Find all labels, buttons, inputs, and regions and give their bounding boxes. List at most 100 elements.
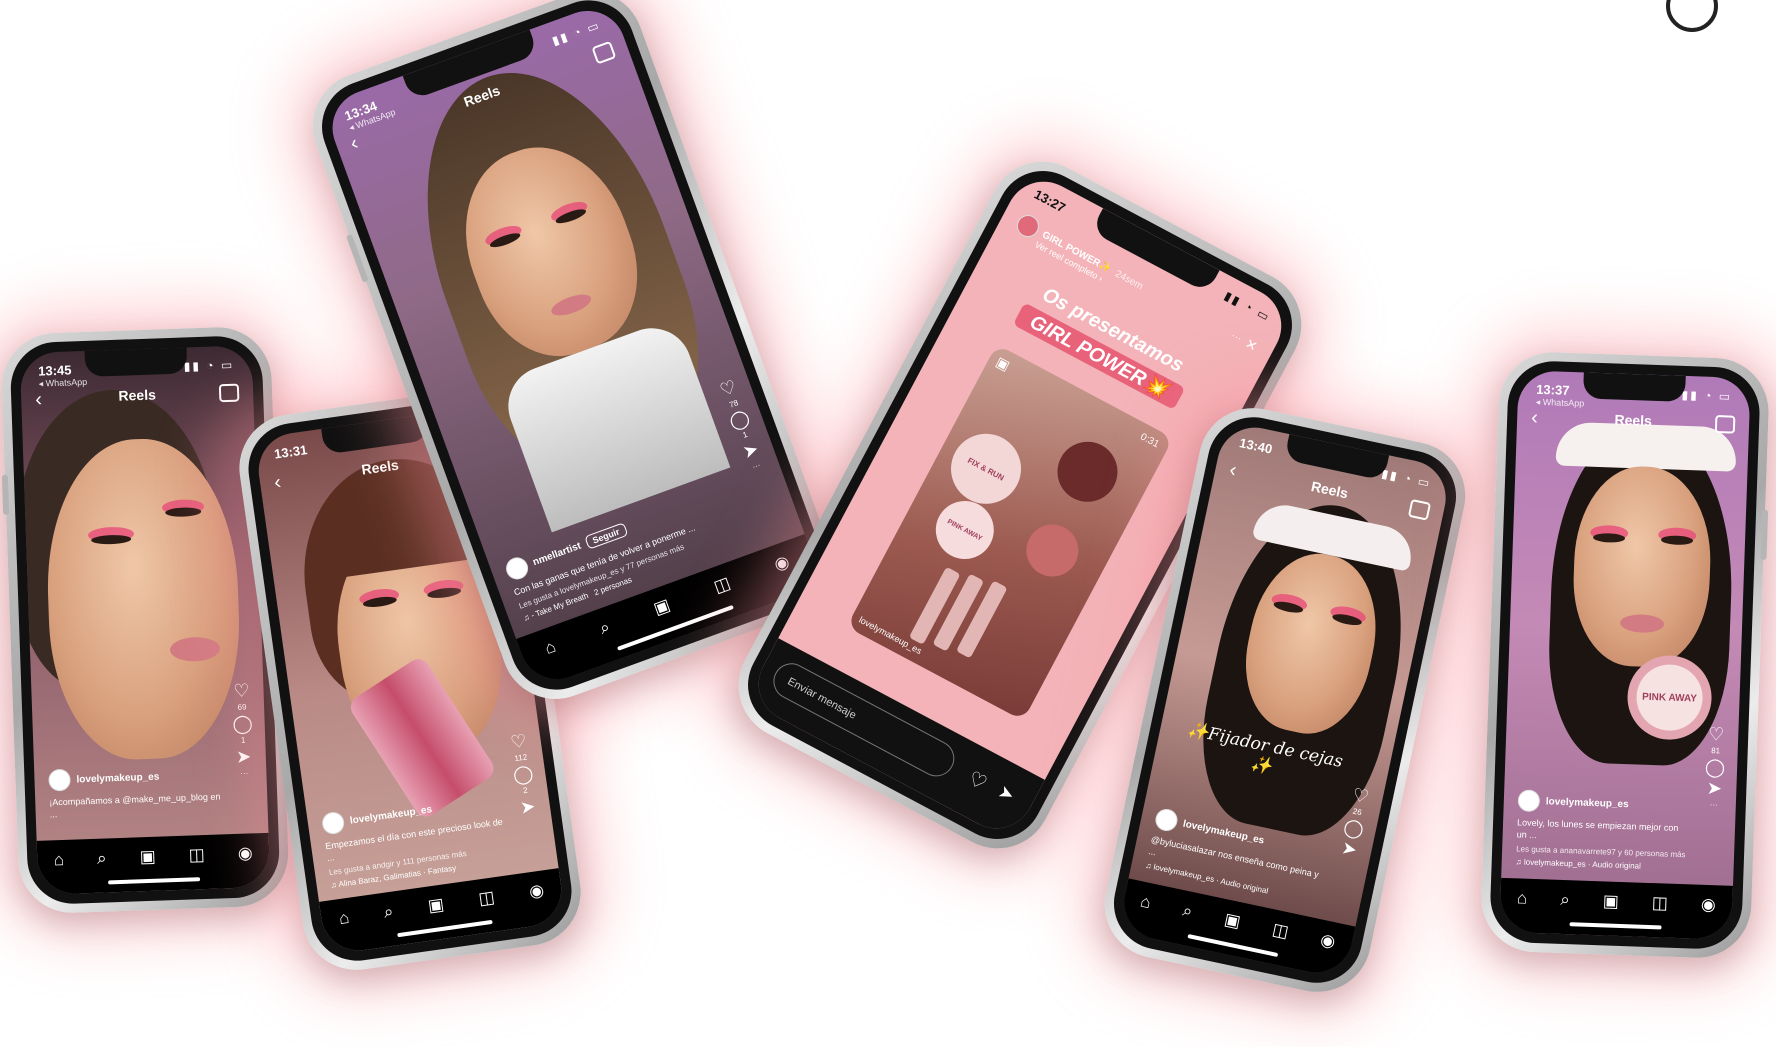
status-time: 13:27 xyxy=(1031,186,1069,216)
share-icon[interactable]: ➤ xyxy=(519,796,537,818)
share-icon[interactable]: ➤ xyxy=(1706,778,1722,799)
shop-icon[interactable]: ◫ xyxy=(188,845,205,866)
likes-count: 78 xyxy=(728,398,740,410)
profile-icon[interactable]: ◉ xyxy=(1701,895,1716,916)
shop-icon[interactable]: ◫ xyxy=(1270,920,1291,943)
liked-by[interactable]: Les gusta a ananavarrete97 y 60 personas… xyxy=(1516,844,1688,859)
reels-icon[interactable]: ▣ xyxy=(651,595,673,619)
close-icon[interactable]: ✕ xyxy=(1242,335,1261,356)
reel-actions: ♡ 112 ◯ 2 ➤ xyxy=(507,730,539,818)
status-time: 13:40 xyxy=(1238,435,1274,457)
home-icon[interactable]: ⌂ xyxy=(338,908,351,929)
more-icon[interactable]: ··· xyxy=(1710,800,1718,809)
shop-icon[interactable]: ◫ xyxy=(711,573,733,597)
reels-icon[interactable]: ▣ xyxy=(139,847,156,868)
back-to-app-label[interactable]: ◂ WhatsApp xyxy=(39,377,88,390)
corner-logo-ring xyxy=(1666,0,1718,32)
shop-icon[interactable]: ◫ xyxy=(1651,893,1669,914)
caption[interactable]: Lovely, los lunes se empiezan mejor con … xyxy=(1516,816,1689,846)
heart-icon[interactable]: ♡ xyxy=(509,730,528,752)
heart-icon[interactable]: ♡ xyxy=(1708,724,1725,745)
username[interactable]: lovelymakeup_es xyxy=(1546,796,1629,810)
reels-icon[interactable]: ▣ xyxy=(1222,909,1243,932)
avatar[interactable] xyxy=(48,768,71,792)
reels-icon: ▣ xyxy=(993,353,1013,374)
caption[interactable]: ¡Acompañamos a @make_me_up_blog en ... xyxy=(49,790,222,820)
back-to-app-label[interactable]: ◂ WhatsApp xyxy=(1536,397,1585,410)
reel-preview-card[interactable]: ▣ 0:31 FIX & RUN PINK AWAY lovelymakeup_… xyxy=(846,344,1174,721)
comments-count: 1 xyxy=(741,429,749,440)
share-icon[interactable]: ➤ xyxy=(995,781,1018,807)
follow-button[interactable]: Seguir xyxy=(583,522,629,550)
username[interactable]: lovelymakeup_es xyxy=(76,771,159,785)
share-icon[interactable]: ➤ xyxy=(236,746,252,767)
username[interactable]: lovelymakeup_es xyxy=(349,804,433,826)
phone-reel-6: 13:37 ◂ WhatsApp ▮▮ ◔ ▭ ‹ Reels PINK AWA… xyxy=(1479,350,1771,960)
story-age: 24sem xyxy=(1113,268,1146,292)
search-icon[interactable]: ⌕ xyxy=(597,617,613,639)
reel-info: lovelymakeup_es Empezamos el día con est… xyxy=(320,788,512,892)
comment-icon[interactable]: ◯ xyxy=(727,407,753,433)
bottom-nav: ⌂ ⌕ ▣ ◫ ◉ xyxy=(1499,877,1734,940)
story-avatar[interactable] xyxy=(1013,211,1043,241)
profile-icon[interactable]: ◉ xyxy=(237,843,253,864)
signal-icons: ▮▮ ◔ ▭ xyxy=(1380,466,1433,491)
avatar[interactable] xyxy=(502,554,532,583)
status-time: 13:45 xyxy=(37,362,72,379)
reel-info: lovelymakeup_es ¡Acompañamos a @make_me_… xyxy=(48,763,222,824)
signal-icons: ▮▮ ◔ ▭ xyxy=(183,357,235,374)
profile-icon[interactable]: ◉ xyxy=(1318,930,1337,953)
share-icon[interactable]: ➤ xyxy=(1340,837,1359,860)
search-icon[interactable]: ⌕ xyxy=(383,902,395,923)
video-time: 0:31 xyxy=(1138,431,1161,451)
phone-reel-1: 13:45 ◂ WhatsApp ▮▮ ◔ ▭ ‹ Reels ♡ 69 ◯ 1… xyxy=(0,325,291,915)
home-icon[interactable]: ⌂ xyxy=(53,850,64,870)
status-time: 13:31 xyxy=(273,442,309,462)
audio-track[interactable]: lovelymakeup_es · Audio original xyxy=(1524,858,1641,871)
reel-info: lovelymakeup_es Lovely, los lunes se emp… xyxy=(1515,789,1690,874)
more-icon[interactable]: ··· xyxy=(1229,330,1243,344)
profile-icon[interactable]: ◉ xyxy=(528,880,545,902)
heart-icon[interactable]: ♡ xyxy=(1351,784,1371,807)
product-label: PINK AWAY xyxy=(946,517,984,543)
comment-icon[interactable]: ◯ xyxy=(232,713,253,734)
more-icon[interactable]: ··· xyxy=(751,460,762,471)
reels-icon[interactable]: ▣ xyxy=(1602,891,1619,912)
product-label: FIX & RUN xyxy=(966,455,1006,483)
music-icon: ♫ xyxy=(330,880,338,890)
search-icon[interactable]: ⌕ xyxy=(97,848,107,868)
avatar[interactable] xyxy=(1517,789,1541,813)
profile-icon[interactable]: ◉ xyxy=(771,552,792,576)
avatar[interactable] xyxy=(320,810,346,836)
music-icon: ♫ xyxy=(1144,860,1153,871)
heart-icon[interactable]: ♡ xyxy=(233,680,250,701)
likes-count: 112 xyxy=(513,752,528,764)
face xyxy=(42,435,244,763)
message-input[interactable]: Enviar mensaje xyxy=(767,657,961,783)
bottom-nav: ⌂ ⌕ ▣ ◫ ◉ xyxy=(1117,878,1356,980)
shop-icon[interactable]: ◫ xyxy=(477,887,496,909)
home-icon[interactable]: ⌂ xyxy=(1138,892,1153,914)
camera-icon[interactable] xyxy=(1407,498,1432,521)
search-icon[interactable]: ⌕ xyxy=(1560,890,1570,910)
home-icon[interactable]: ⌂ xyxy=(542,637,559,659)
lipstick-jar xyxy=(1017,515,1088,586)
search-icon[interactable]: ⌕ xyxy=(1181,901,1194,923)
comment-icon[interactable]: ◯ xyxy=(1342,816,1366,840)
comment-icon[interactable]: ◯ xyxy=(1705,757,1726,778)
more-icon[interactable]: ··· xyxy=(240,768,248,777)
status-time: 13:37 xyxy=(1535,381,1570,398)
camera-icon[interactable] xyxy=(218,383,240,403)
likes-count: 26 xyxy=(1351,806,1363,818)
camera-icon[interactable] xyxy=(1714,415,1736,434)
heart-icon[interactable]: ♡ xyxy=(717,376,739,400)
signal-icons: ▮▮ ◔ ▭ xyxy=(1221,288,1274,325)
comment-icon[interactable]: ◯ xyxy=(512,763,535,786)
heart-icon[interactable]: ♡ xyxy=(964,766,992,796)
reels-icon[interactable]: ▣ xyxy=(427,895,446,917)
home-icon[interactable]: ⌂ xyxy=(1517,888,1528,908)
reel-actions: ♡ 69 ◯ 1 ➤ ··· xyxy=(231,680,254,778)
lipstick-jar xyxy=(1046,431,1129,513)
share-icon[interactable]: ➤ xyxy=(740,438,761,462)
avatar[interactable] xyxy=(1153,806,1180,834)
